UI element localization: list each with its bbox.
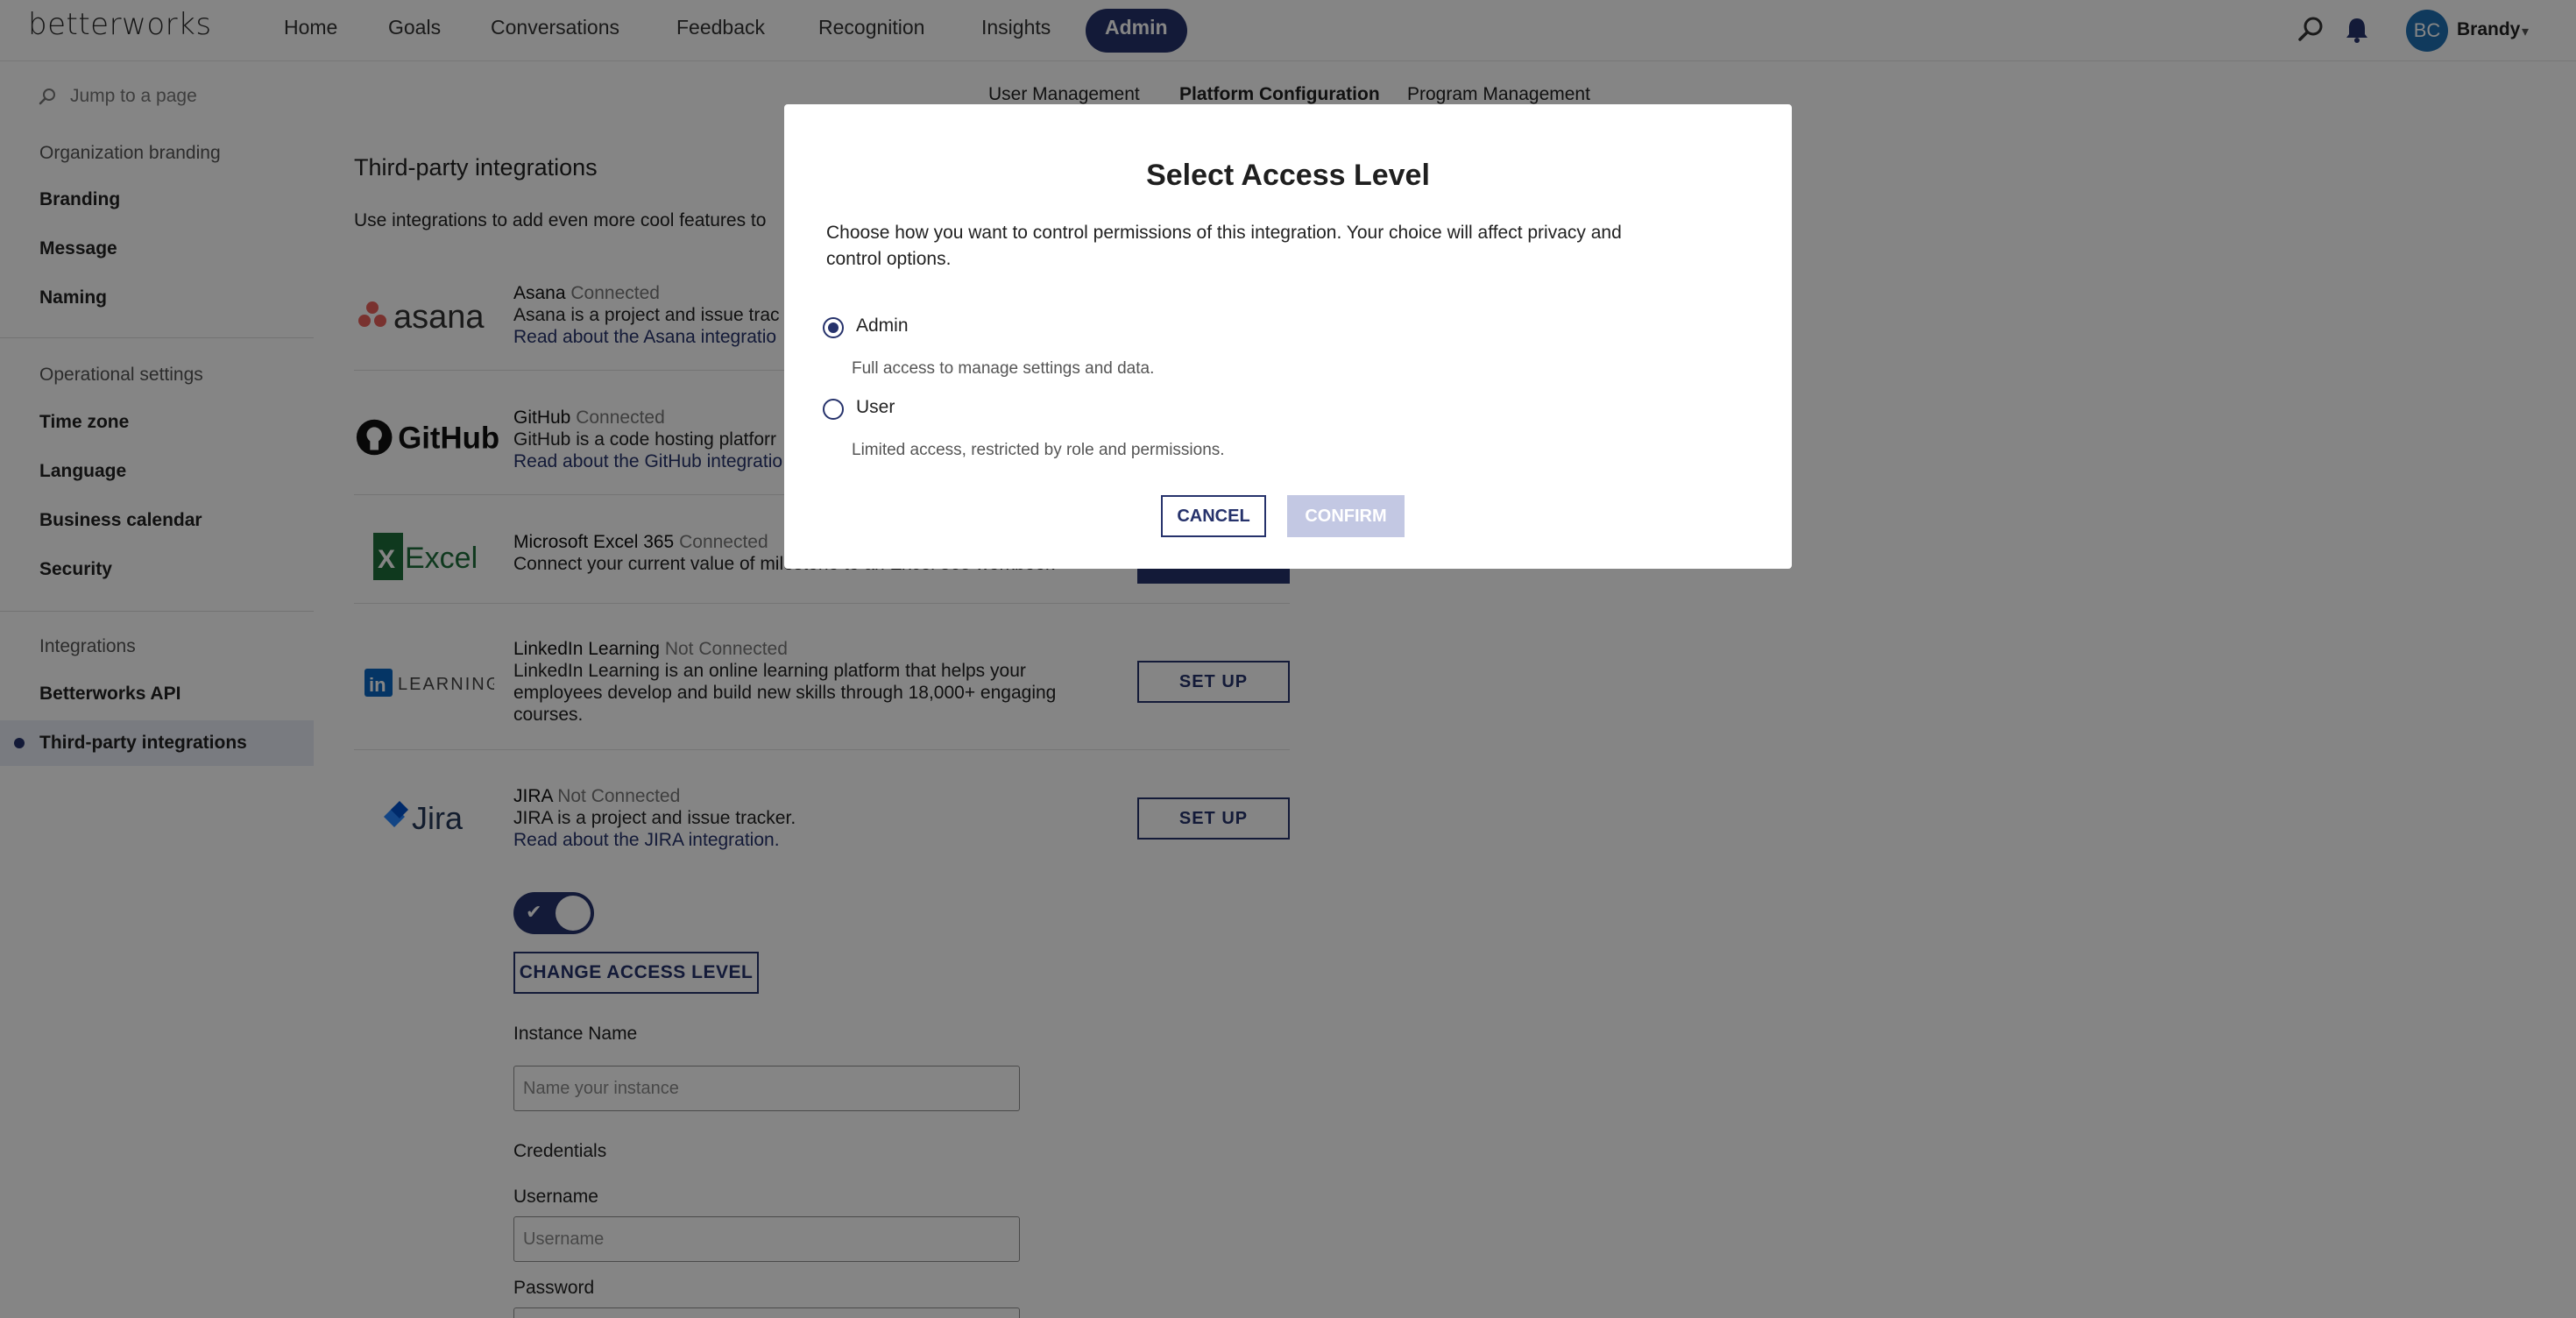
radio-user[interactable]	[823, 399, 844, 420]
cancel-button[interactable]: CANCEL	[1161, 495, 1266, 537]
dialog-title: Select Access Level	[1146, 159, 1430, 192]
radio-admin[interactable]	[823, 317, 844, 338]
confirm-button[interactable]: CONFIRM	[1287, 495, 1405, 537]
dialog-description: Choose how you want to control permissio…	[826, 223, 1622, 269]
select-access-level-dialog: Select Access Level Choose how you want …	[784, 104, 1792, 569]
radio-user-label[interactable]: User	[856, 397, 895, 418]
radio-user-description: Limited access, restricted by role and p…	[852, 441, 1225, 459]
radio-admin-description: Full access to manage settings and data.	[852, 359, 1155, 378]
radio-admin-label[interactable]: Admin	[856, 315, 909, 337]
